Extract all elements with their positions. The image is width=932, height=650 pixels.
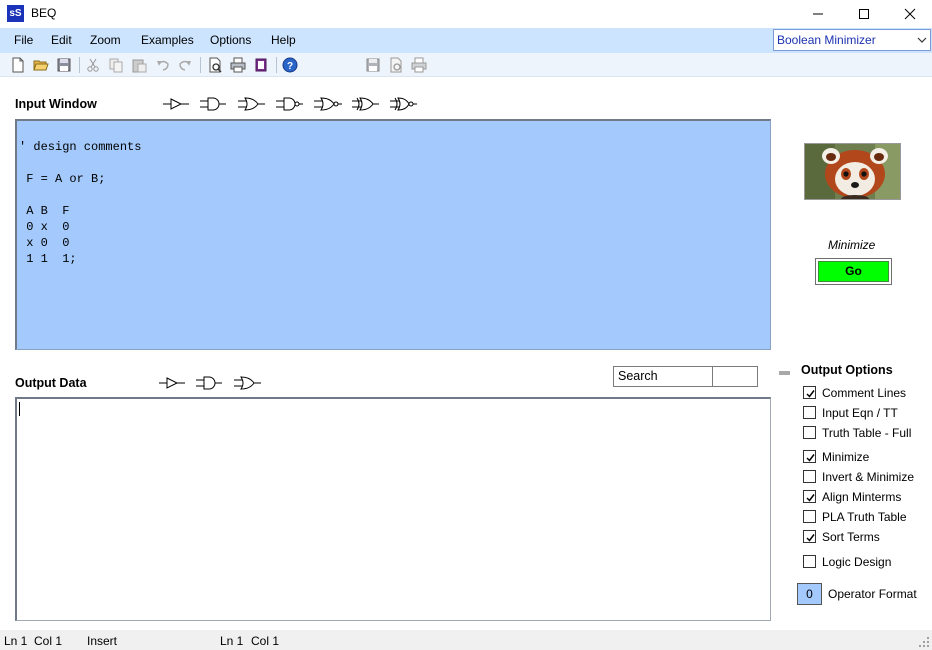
- option-label: Sort Terms: [822, 530, 880, 544]
- checkbox-truth-table-full[interactable]: [803, 426, 816, 439]
- app-icon: sS: [7, 5, 24, 22]
- copy-icon[interactable]: [108, 57, 124, 73]
- chevron-down-icon: [917, 37, 927, 43]
- toolbar-separator: [276, 57, 277, 73]
- print-icon[interactable]: [230, 57, 246, 73]
- status-line-left: Ln 1: [4, 634, 28, 648]
- redo-icon[interactable]: [177, 57, 193, 73]
- resize-grip-icon[interactable]: [919, 637, 930, 648]
- nor-gate-icon[interactable]: [314, 96, 342, 112]
- paste-icon[interactable]: [131, 57, 147, 73]
- input-editor[interactable]: ' design comments F = A or B; A B F 0 x …: [15, 119, 771, 350]
- option-label: Truth Table - Full: [822, 426, 912, 440]
- output-data-label: Output Data: [15, 376, 87, 390]
- operator-format-field[interactable]: 0: [797, 583, 822, 605]
- menu-examples[interactable]: Examples: [141, 33, 194, 47]
- input-window-label: Input Window: [15, 97, 97, 111]
- help-icon[interactable]: ?: [282, 57, 298, 73]
- new-file-icon[interactable]: [10, 57, 26, 73]
- input-gate-toolbar: [163, 96, 423, 112]
- checkbox-pla-truth-table[interactable]: [803, 510, 816, 523]
- checkbox-align-minterms[interactable]: [803, 490, 816, 503]
- maximize-window-button[interactable]: [841, 0, 887, 28]
- option-label: Comment Lines: [822, 386, 907, 400]
- option-label: PLA Truth Table: [822, 510, 907, 524]
- checkmark-icon: [806, 534, 815, 542]
- status-mode: Insert: [87, 634, 118, 648]
- book-icon[interactable]: [253, 57, 269, 73]
- save-output-icon[interactable]: [365, 57, 381, 73]
- status-col-left: Col 1: [34, 634, 63, 648]
- output-print-icon[interactable]: [411, 57, 427, 73]
- undo-icon[interactable]: [155, 57, 171, 73]
- go-button[interactable]: Go: [815, 258, 892, 285]
- menu-help[interactable]: Help: [271, 33, 296, 47]
- output-options-title: Output Options: [801, 363, 893, 377]
- toolbar-separator: [200, 57, 201, 73]
- status-bar: Ln 1 Col 1 Insert Ln 1 Col 1: [0, 630, 932, 650]
- status-col-right: Col 1: [251, 634, 280, 648]
- menu-bar: File Edit Zoom Examples Options Help Boo…: [0, 28, 932, 53]
- checkmark-icon: [806, 390, 815, 398]
- menu-edit[interactable]: Edit: [51, 33, 72, 47]
- window-title: BEQ: [31, 6, 57, 20]
- buffer-gate-icon[interactable]: [163, 96, 191, 112]
- collapse-handle[interactable]: [779, 371, 790, 375]
- checkmark-icon: [806, 494, 815, 502]
- checkbox-logic-design[interactable]: [803, 555, 816, 568]
- menu-zoom[interactable]: Zoom: [90, 33, 121, 47]
- status-line-right: Ln 1: [220, 634, 244, 648]
- menu-options[interactable]: Options: [210, 33, 251, 47]
- mode-select[interactable]: Boolean Minimizer: [773, 29, 931, 51]
- toolbar-separator: [79, 57, 80, 73]
- checkbox-comment-lines[interactable]: [803, 386, 816, 399]
- close-window-button[interactable]: [887, 0, 932, 28]
- output-gate-toolbar: [159, 375, 269, 391]
- title-bar: sS BEQ: [0, 0, 932, 28]
- minimize-icon: [813, 13, 823, 15]
- save-icon[interactable]: [56, 57, 72, 73]
- output-editor[interactable]: [15, 397, 771, 621]
- red-panda-image: [804, 143, 901, 200]
- checkbox-input-eqn-tt[interactable]: [803, 406, 816, 419]
- buffer-gate-icon[interactable]: [159, 375, 187, 391]
- or-gate-icon[interactable]: [238, 96, 266, 112]
- search-field[interactable]: Search: [613, 366, 758, 387]
- option-label: Logic Design: [822, 555, 892, 569]
- xnor-gate-icon[interactable]: [390, 96, 418, 112]
- go-button-label: Go: [818, 261, 889, 282]
- and-gate-icon[interactable]: [200, 96, 228, 112]
- checkbox-invert-minimize[interactable]: [803, 470, 816, 483]
- print-preview-icon[interactable]: [207, 57, 223, 73]
- minimize-window-button[interactable]: [795, 0, 841, 28]
- maximize-icon: [859, 9, 869, 19]
- xor-gate-icon[interactable]: [352, 96, 380, 112]
- minimize-label: Minimize: [828, 238, 876, 252]
- option-label: Input Eqn / TT: [822, 406, 898, 420]
- and-gate-icon[interactable]: [196, 375, 224, 391]
- mode-select-value: Boolean Minimizer: [777, 33, 876, 47]
- nand-gate-icon[interactable]: [276, 96, 304, 112]
- cut-icon[interactable]: [85, 57, 101, 73]
- operator-format-label: Operator Format: [828, 587, 917, 601]
- checkbox-sort-terms[interactable]: [803, 530, 816, 543]
- checkbox-minimize[interactable]: [803, 450, 816, 463]
- option-label: Invert & Minimize: [822, 470, 915, 484]
- checkmark-icon: [806, 454, 815, 462]
- open-folder-icon[interactable]: [33, 57, 49, 73]
- input-editor-text: ' design comments F = A or B; A B F 0 x …: [19, 140, 142, 266]
- output-preview-icon[interactable]: [388, 57, 404, 73]
- option-label: Minimize: [822, 450, 870, 464]
- option-label: Align Minterms: [822, 490, 902, 504]
- close-icon: [904, 8, 916, 20]
- svg-text:?: ?: [287, 61, 293, 72]
- text-caret: [19, 402, 20, 416]
- or-gate-icon[interactable]: [234, 375, 262, 391]
- search-label: Search: [618, 369, 658, 383]
- toolbar: ?: [0, 53, 932, 77]
- search-divider: [712, 367, 713, 386]
- menu-file[interactable]: File: [14, 33, 33, 47]
